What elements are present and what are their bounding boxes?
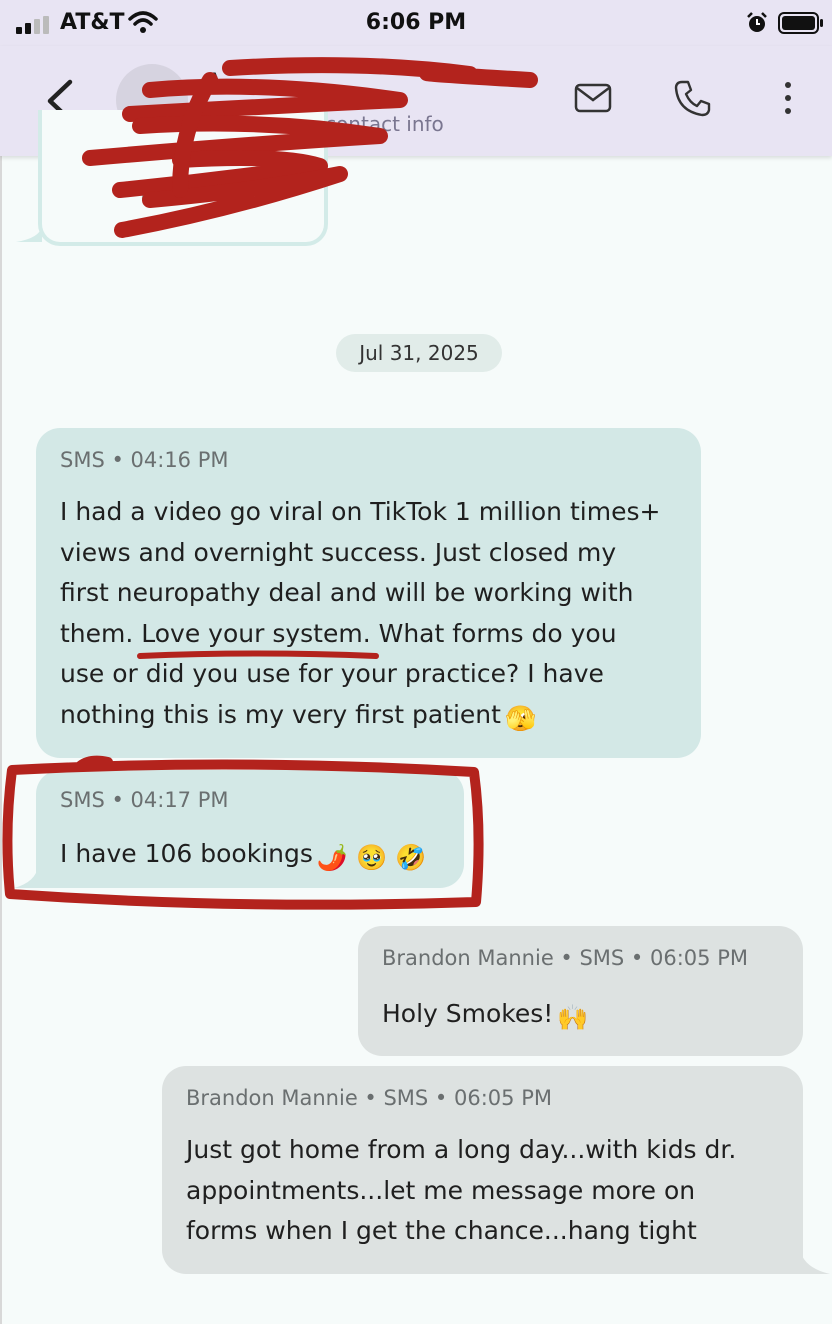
message-line: I have 106 bookings bbox=[60, 839, 313, 868]
status-time: 6:06 PM bbox=[365, 10, 467, 35]
message-line: Just got home from a long day...with kid… bbox=[186, 1135, 737, 1164]
contact-name[interactable]: A bbox=[206, 68, 222, 96]
date-separator: Jul 31, 2025 bbox=[336, 334, 502, 372]
previous-card-tail bbox=[16, 226, 42, 242]
phone-icon[interactable] bbox=[670, 76, 714, 120]
alarm-icon bbox=[747, 12, 767, 32]
message-line: appointments...let me message more on bbox=[186, 1175, 696, 1205]
message-meta: Brandon Mannie • SMS • 06:05 PM bbox=[382, 946, 748, 970]
message-bubble-incoming[interactable]: SMS • 04:17 PM I have 106 bookings 🌶️ 🥹 🤣 bbox=[36, 770, 464, 888]
message-line: I had a video go viral on TikTok 1 milli… bbox=[60, 497, 661, 526]
message-line: Holy Smokes! bbox=[382, 999, 554, 1028]
message-line: first neuropathy deal and will be workin… bbox=[60, 578, 634, 607]
message-bubble-incoming[interactable]: SMS • 04:16 PM I had a video go viral on… bbox=[36, 428, 701, 758]
message-text: Just got home from a long day...with kid… bbox=[186, 1130, 736, 1252]
message-text: Holy Smokes! 🙌 bbox=[382, 994, 588, 1039]
message-text: I had a video go viral on TikTok 1 milli… bbox=[60, 492, 660, 739]
face-with-peeking-eye-emoji: 🫣 bbox=[504, 703, 537, 733]
raising-hands-emoji: 🙌 bbox=[557, 1003, 589, 1032]
left-edge-rule bbox=[0, 0, 2, 1324]
message-meta: SMS • 04:17 PM bbox=[60, 788, 229, 812]
message-line: forms when I get the chance...hang tight bbox=[186, 1216, 697, 1245]
pepper-pleading-laughing-emojis: 🌶️ 🥹 🤣 bbox=[316, 843, 427, 872]
status-bar: AT&T 6:06 PM bbox=[0, 0, 832, 46]
message-line: them. Love your system. What forms do yo… bbox=[60, 618, 617, 648]
message-line: views and overnight success. Just closed… bbox=[60, 537, 617, 567]
battery-icon bbox=[778, 12, 823, 34]
outgoing-bubble-tail bbox=[800, 1250, 830, 1274]
message-meta: SMS • 04:16 PM bbox=[60, 448, 229, 472]
more-vert-icon[interactable] bbox=[770, 76, 806, 120]
previous-message-card: E bbox=[38, 110, 328, 246]
incoming-bubble-tail bbox=[14, 866, 38, 888]
message-bubble-outgoing[interactable]: Brandon Mannie • SMS • 06:05 PM Just got… bbox=[162, 1066, 803, 1274]
message-line: nothing this is my very first patient bbox=[60, 699, 501, 729]
previous-card-label: E bbox=[140, 180, 153, 204]
message-meta: Brandon Mannie • SMS • 06:05 PM bbox=[186, 1086, 552, 1110]
mail-icon[interactable] bbox=[572, 78, 616, 118]
message-text: I have 106 bookings 🌶️ 🥹 🤣 bbox=[60, 834, 426, 879]
message-line: use or did you use for your practice? I … bbox=[60, 659, 604, 688]
message-bubble-outgoing[interactable]: Brandon Mannie • SMS • 06:05 PM Holy Smo… bbox=[358, 926, 803, 1056]
